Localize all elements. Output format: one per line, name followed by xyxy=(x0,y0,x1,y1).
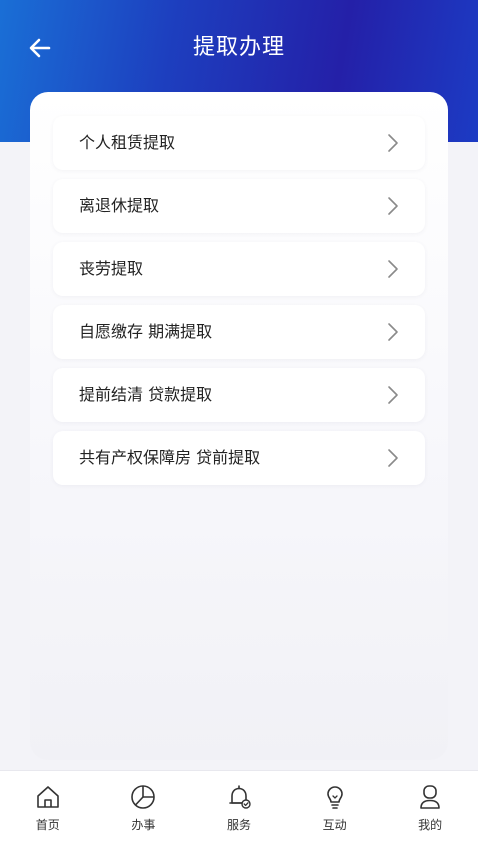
bell-icon xyxy=(229,785,251,809)
list-item-voluntary-deposit-withdrawal[interactable]: 自愿缴存 期满提取 xyxy=(53,305,425,359)
user-icon xyxy=(420,785,440,809)
chevron-right-icon xyxy=(388,260,398,278)
list-item-label: 提前结清 贷款提取 xyxy=(79,385,213,404)
bottom-tab-bar: 首页 办事 服务 互动 我的 xyxy=(0,770,478,851)
tab-interaction[interactable]: 互动 xyxy=(287,771,383,851)
tab-label: 服务 xyxy=(226,818,251,832)
tab-label: 互动 xyxy=(322,818,347,832)
chevron-right-icon xyxy=(388,449,398,467)
chevron-right-icon xyxy=(388,323,398,341)
tab-label: 我的 xyxy=(418,818,443,832)
tab-service[interactable]: 服务 xyxy=(191,771,287,851)
list-item-rent-withdrawal[interactable]: 个人租赁提取 xyxy=(53,116,425,170)
withdrawal-list: 个人租赁提取 离退休提取 丧劳提取 自愿缴存 期满提取 提前结清 贷款提取 共有… xyxy=(53,116,425,494)
list-item-label: 共有产权保障房 贷前提取 xyxy=(79,448,261,467)
tab-label: 首页 xyxy=(35,818,60,832)
tab-home[interactable]: 首页 xyxy=(0,771,96,851)
chevron-right-icon xyxy=(388,134,398,152)
page-title: 提取办理 xyxy=(192,35,285,60)
home-icon xyxy=(36,786,59,808)
list-item-labor-loss-withdrawal[interactable]: 丧劳提取 xyxy=(53,242,425,296)
chevron-right-icon xyxy=(388,197,398,215)
list-item-label: 丧劳提取 xyxy=(79,259,144,278)
tab-profile[interactable]: 我的 xyxy=(382,771,478,851)
pie-chart-icon xyxy=(131,785,156,809)
list-item-label: 自愿缴存 期满提取 xyxy=(79,322,213,341)
tab-services[interactable]: 办事 xyxy=(96,771,192,851)
list-item-retirement-withdrawal[interactable]: 离退休提取 xyxy=(53,179,425,233)
tab-label: 办事 xyxy=(131,818,156,832)
list-item-label: 离退休提取 xyxy=(79,196,160,215)
chevron-right-icon xyxy=(388,386,398,404)
list-item-loan-settlement-withdrawal[interactable]: 提前结清 贷款提取 xyxy=(53,368,425,422)
lightbulb-icon xyxy=(326,786,343,809)
list-item-shared-property-withdrawal[interactable]: 共有产权保障房 贷前提取 xyxy=(53,431,425,485)
list-item-label: 个人租赁提取 xyxy=(79,133,176,152)
